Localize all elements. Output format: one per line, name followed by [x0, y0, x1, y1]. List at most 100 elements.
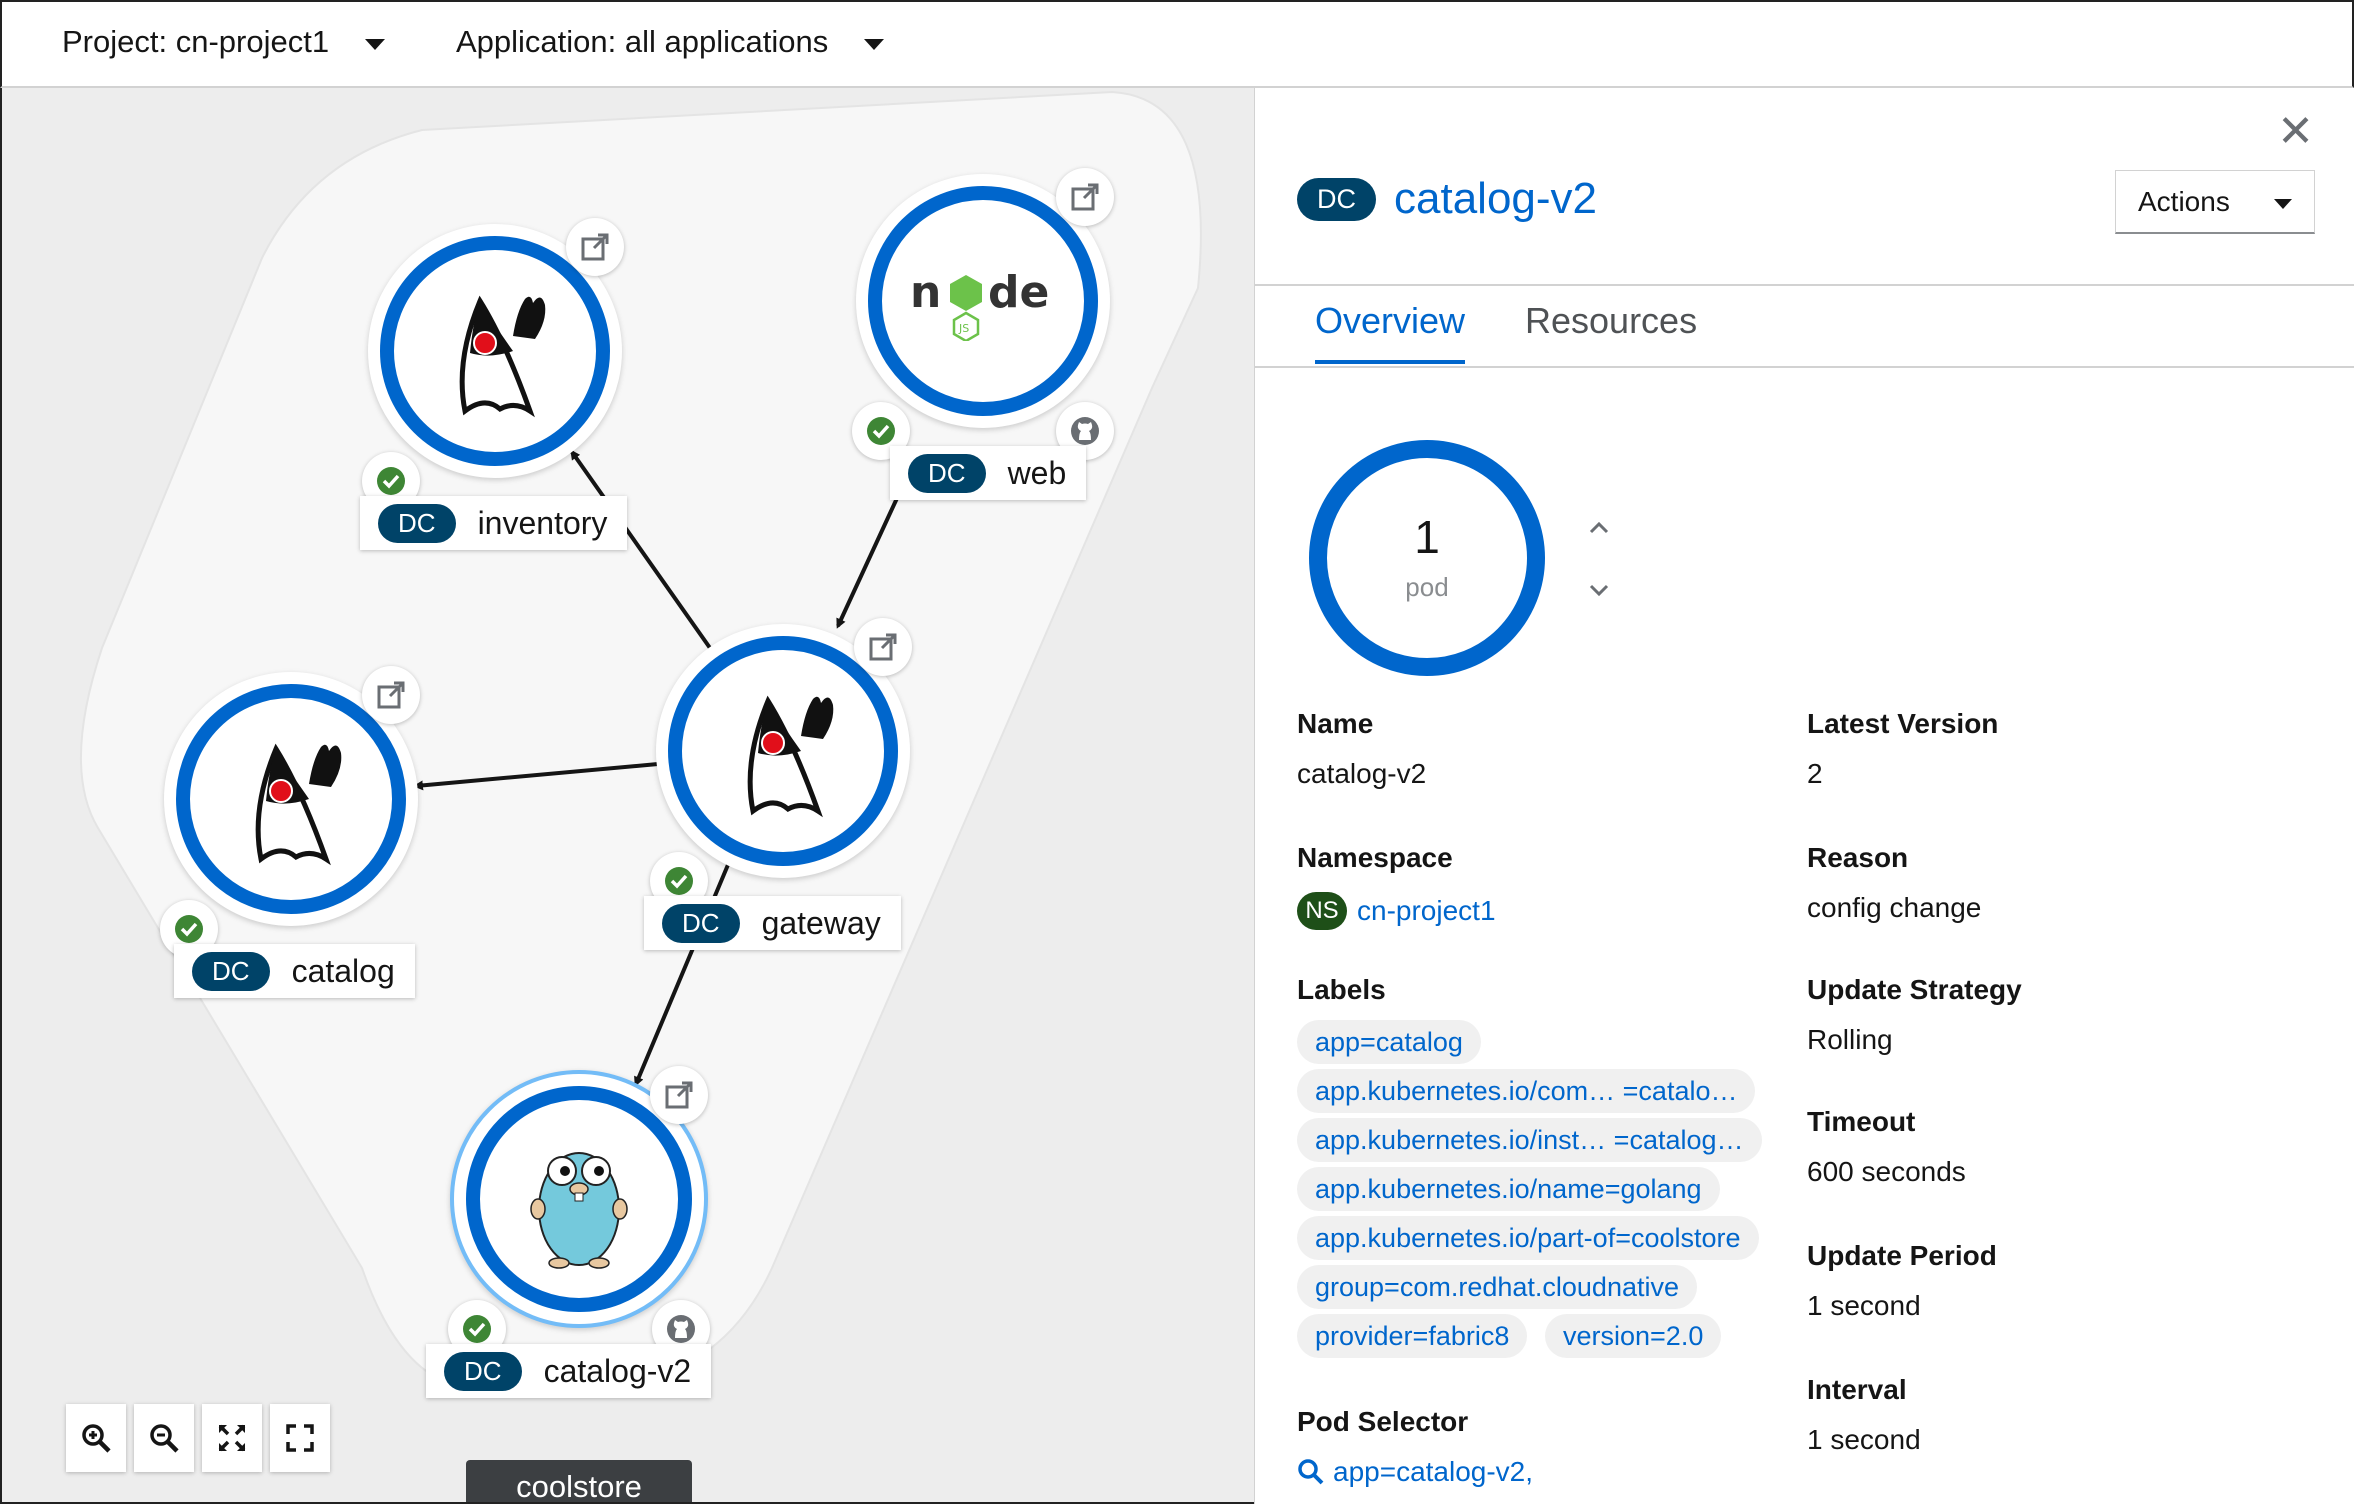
prop-namespace: Namespace NS cn-project1	[1297, 842, 1496, 930]
java-duke-icon	[255, 743, 342, 866]
prop-key: Labels	[1297, 974, 1386, 1005]
prop-value: config change	[1807, 892, 1982, 923]
prop-key: Latest Version	[1807, 708, 1999, 739]
node-name: gateway	[761, 904, 881, 941]
node-label-inventory[interactable]: DC inventory	[360, 496, 628, 550]
label-chip[interactable]: app=catalog	[1297, 1020, 1481, 1064]
zoom-controls	[66, 1404, 330, 1472]
node-label-gateway[interactable]: DC gateway	[644, 896, 901, 950]
node-label-catalog[interactable]: DC catalog	[174, 944, 415, 998]
prop-interval: Interval 1 second	[1807, 1374, 1921, 1456]
open-url-icon[interactable]	[566, 218, 624, 276]
prop-value: catalog-v2	[1297, 758, 1427, 789]
prop-reason: Reason config change	[1807, 842, 1981, 924]
node-label-web[interactable]: DC web	[890, 446, 1087, 500]
zoom-out-icon	[150, 1424, 179, 1453]
node-label-catalog-v2[interactable]: DC catalog-v2	[426, 1344, 712, 1398]
node-name: catalog-v2	[543, 1352, 692, 1389]
prop-name: Name catalog-v2	[1297, 708, 1426, 790]
caret-down-icon	[864, 38, 885, 50]
prop-key: Reason	[1807, 842, 1909, 873]
pod-count: 1	[1414, 510, 1440, 563]
golang-gopher-icon	[530, 1152, 628, 1269]
kind-badge: DC	[444, 1351, 522, 1391]
actions-label: Actions	[2138, 185, 2230, 217]
svg-text:JS: JS	[958, 322, 969, 335]
scale-down-icon[interactable]	[1585, 576, 1613, 604]
open-url-icon[interactable]	[650, 1066, 708, 1124]
label-chip[interactable]: group=com.redhat.cloudnative	[1297, 1265, 1697, 1309]
caret-down-icon	[365, 38, 386, 50]
label-chip[interactable]: version=2.0	[1545, 1314, 1722, 1358]
label-chip[interactable]: app.kubernetes.io/part-of=coolstore	[1297, 1216, 1759, 1260]
node-name: catalog	[291, 952, 395, 989]
prop-key: Update Period	[1807, 1240, 1997, 1271]
namespace-badge: NS	[1297, 892, 1347, 930]
project-selector[interactable]: Project: cn-project1	[62, 24, 386, 60]
java-duke-icon	[747, 695, 834, 818]
open-url-icon[interactable]	[854, 618, 912, 676]
prop-update-strategy: Update Strategy Rolling	[1807, 974, 2022, 1056]
namespace-link[interactable]: cn-project1	[1357, 895, 1496, 927]
application-selector-label: Application: all applications	[456, 24, 829, 59]
kind-badge: DC	[662, 903, 740, 943]
prop-value: Rolling	[1807, 1024, 1893, 1055]
prop-timeout: Timeout 600 seconds	[1807, 1106, 1966, 1188]
prop-key: Namespace	[1297, 842, 1453, 873]
prop-update-period: Update Period 1 second	[1807, 1240, 1997, 1322]
prop-value: 2	[1807, 758, 1823, 789]
label-chip[interactable]: provider=fabric8	[1297, 1314, 1528, 1358]
kind-badge: DC	[192, 951, 270, 991]
caret-down-icon	[2273, 198, 2292, 209]
application-selector[interactable]: Application: all applications	[456, 24, 885, 60]
svg-text:de: de	[988, 267, 1049, 318]
reset-view-button[interactable]	[270, 1404, 330, 1472]
prop-value: 1 second	[1807, 1290, 1921, 1321]
prop-key: Interval	[1807, 1374, 1907, 1405]
open-url-icon[interactable]	[362, 666, 420, 724]
prop-key: Name	[1297, 708, 1374, 739]
panel-tabs: Overview Resources	[1255, 284, 2354, 368]
java-duke-icon	[459, 295, 546, 418]
zoom-out-button[interactable]	[134, 1404, 194, 1472]
tab-overview[interactable]: Overview	[1315, 300, 1466, 364]
search-icon	[1298, 1459, 1324, 1485]
label-chip[interactable]: app.kubernetes.io/com… =catalo…	[1297, 1069, 1756, 1113]
pod-unit: pod	[1405, 571, 1449, 602]
close-icon[interactable]: ✕	[2277, 110, 2314, 154]
nodejs-icon: n de JS	[910, 267, 1049, 341]
panel-title: DC catalog-v2	[1297, 174, 1597, 224]
prop-value: 1 second	[1807, 1424, 1921, 1455]
label-chip[interactable]: app.kubernetes.io/name=golang	[1297, 1167, 1720, 1211]
prop-pod-selector: Pod Selector app=catalog-v2,	[1297, 1406, 1533, 1488]
prop-labels: Labels	[1297, 974, 1386, 1024]
node-name: web	[1007, 454, 1067, 491]
context-bar: Project: cn-project1 Application: all ap…	[0, 0, 2354, 88]
kind-badge: DC	[378, 503, 456, 543]
pod-ring: 1 pod	[1309, 440, 1545, 676]
zoom-in-icon	[82, 1424, 111, 1453]
tab-resources[interactable]: Resources	[1525, 300, 1697, 360]
pod-selector-link[interactable]: app=catalog-v2,	[1333, 1456, 1533, 1488]
node-name: inventory	[477, 504, 608, 541]
fullscreen-icon	[286, 1424, 314, 1452]
label-chip[interactable]: app.kubernetes.io/inst… =catalog…	[1297, 1118, 1762, 1162]
prop-key: Pod Selector	[1297, 1406, 1469, 1437]
side-panel: ✕ DC catalog-v2 Actions Overview Resourc…	[1254, 88, 2354, 1504]
prop-key: Update Strategy	[1807, 974, 2022, 1005]
kind-badge: DC	[908, 453, 986, 493]
prop-value: 600 seconds	[1807, 1156, 1966, 1187]
zoom-in-button[interactable]	[66, 1404, 126, 1472]
open-url-icon[interactable]	[1056, 168, 1114, 226]
expand-arrows-icon	[218, 1424, 246, 1452]
fit-to-screen-button[interactable]	[202, 1404, 262, 1472]
kind-badge: DC	[1297, 177, 1376, 221]
topology-canvas[interactable]: DC inventory n de JS DC web DC gateway D…	[0, 88, 1254, 1504]
application-group-label[interactable]: coolstore	[466, 1460, 692, 1502]
prop-key: Timeout	[1807, 1106, 1916, 1137]
project-selector-label: Project: cn-project1	[62, 24, 330, 59]
scale-up-icon[interactable]	[1585, 514, 1613, 542]
resource-name-link[interactable]: catalog-v2	[1394, 174, 1597, 224]
actions-dropdown[interactable]: Actions	[2115, 170, 2315, 234]
prop-latest-version: Latest Version 2	[1807, 708, 1998, 790]
